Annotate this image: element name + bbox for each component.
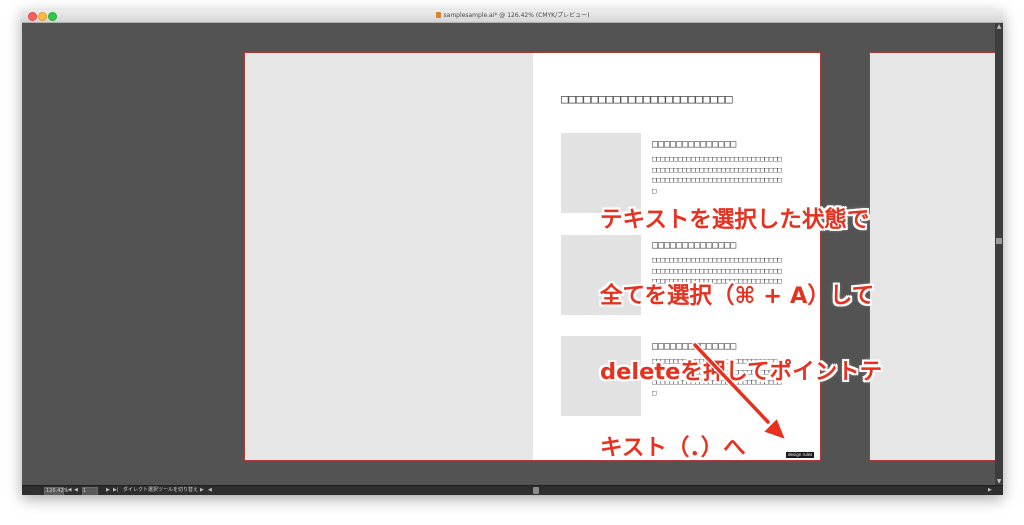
document-icon <box>435 12 441 18</box>
next-page-icon[interactable]: ▶ <box>106 487 110 494</box>
scroll-up-icon[interactable]: ▲ <box>995 23 1003 31</box>
annotation-line-1: テキストを選択した状態で <box>600 207 870 233</box>
vertical-scroll-thumb[interactable] <box>996 238 1002 244</box>
page-number-field[interactable]: 1 <box>82 487 98 495</box>
page-heading-text[interactable]: □□□□□□□□□□□□□□□□□□□□□□□ <box>561 91 733 106</box>
scroll-right-icon[interactable]: ▶ <box>988 487 992 494</box>
horizontal-scroll-thumb[interactable] <box>533 487 539 494</box>
annotation-callout: テキストを選択した状態で 全てを選択（⌘ + A）して deleteを押してポイ… <box>600 163 920 505</box>
block-title-1[interactable]: □□□□□□□□□□□□□□ <box>652 139 736 150</box>
prev-page-icon[interactable]: ◀ <box>74 487 78 494</box>
zoom-level-field[interactable]: 126.42% <box>44 487 68 495</box>
window-title-text: samplesample.ai* @ 126.42% (CMYK/プレビュー) <box>443 12 590 19</box>
annotation-line-3: deleteを押してポイントテ <box>600 359 883 385</box>
title-bar[interactable]: samplesample.ai* @ 126.42% (CMYK/プレビュー) <box>22 10 1003 23</box>
last-page-icon[interactable]: ▶| <box>113 487 119 494</box>
window-title: samplesample.ai* @ 126.42% (CMYK/プレビュー) <box>22 11 1003 21</box>
vertical-scrollbar[interactable]: ▲ ▼ <box>995 23 1003 486</box>
status-menu-arrow-icon[interactable]: ▶ <box>200 487 204 494</box>
annotation-line-2: 全てを選択（⌘ + A）して <box>600 283 875 309</box>
annotation-line-4: キスト（．）へ <box>600 435 746 461</box>
first-page-icon[interactable]: |◀ <box>66 487 72 494</box>
status-tool-text[interactable]: ダイレクト選択ツールを切り替え <box>123 487 198 494</box>
scroll-left-icon[interactable]: ◀ <box>208 487 212 494</box>
artboard-left-panel <box>245 53 533 460</box>
